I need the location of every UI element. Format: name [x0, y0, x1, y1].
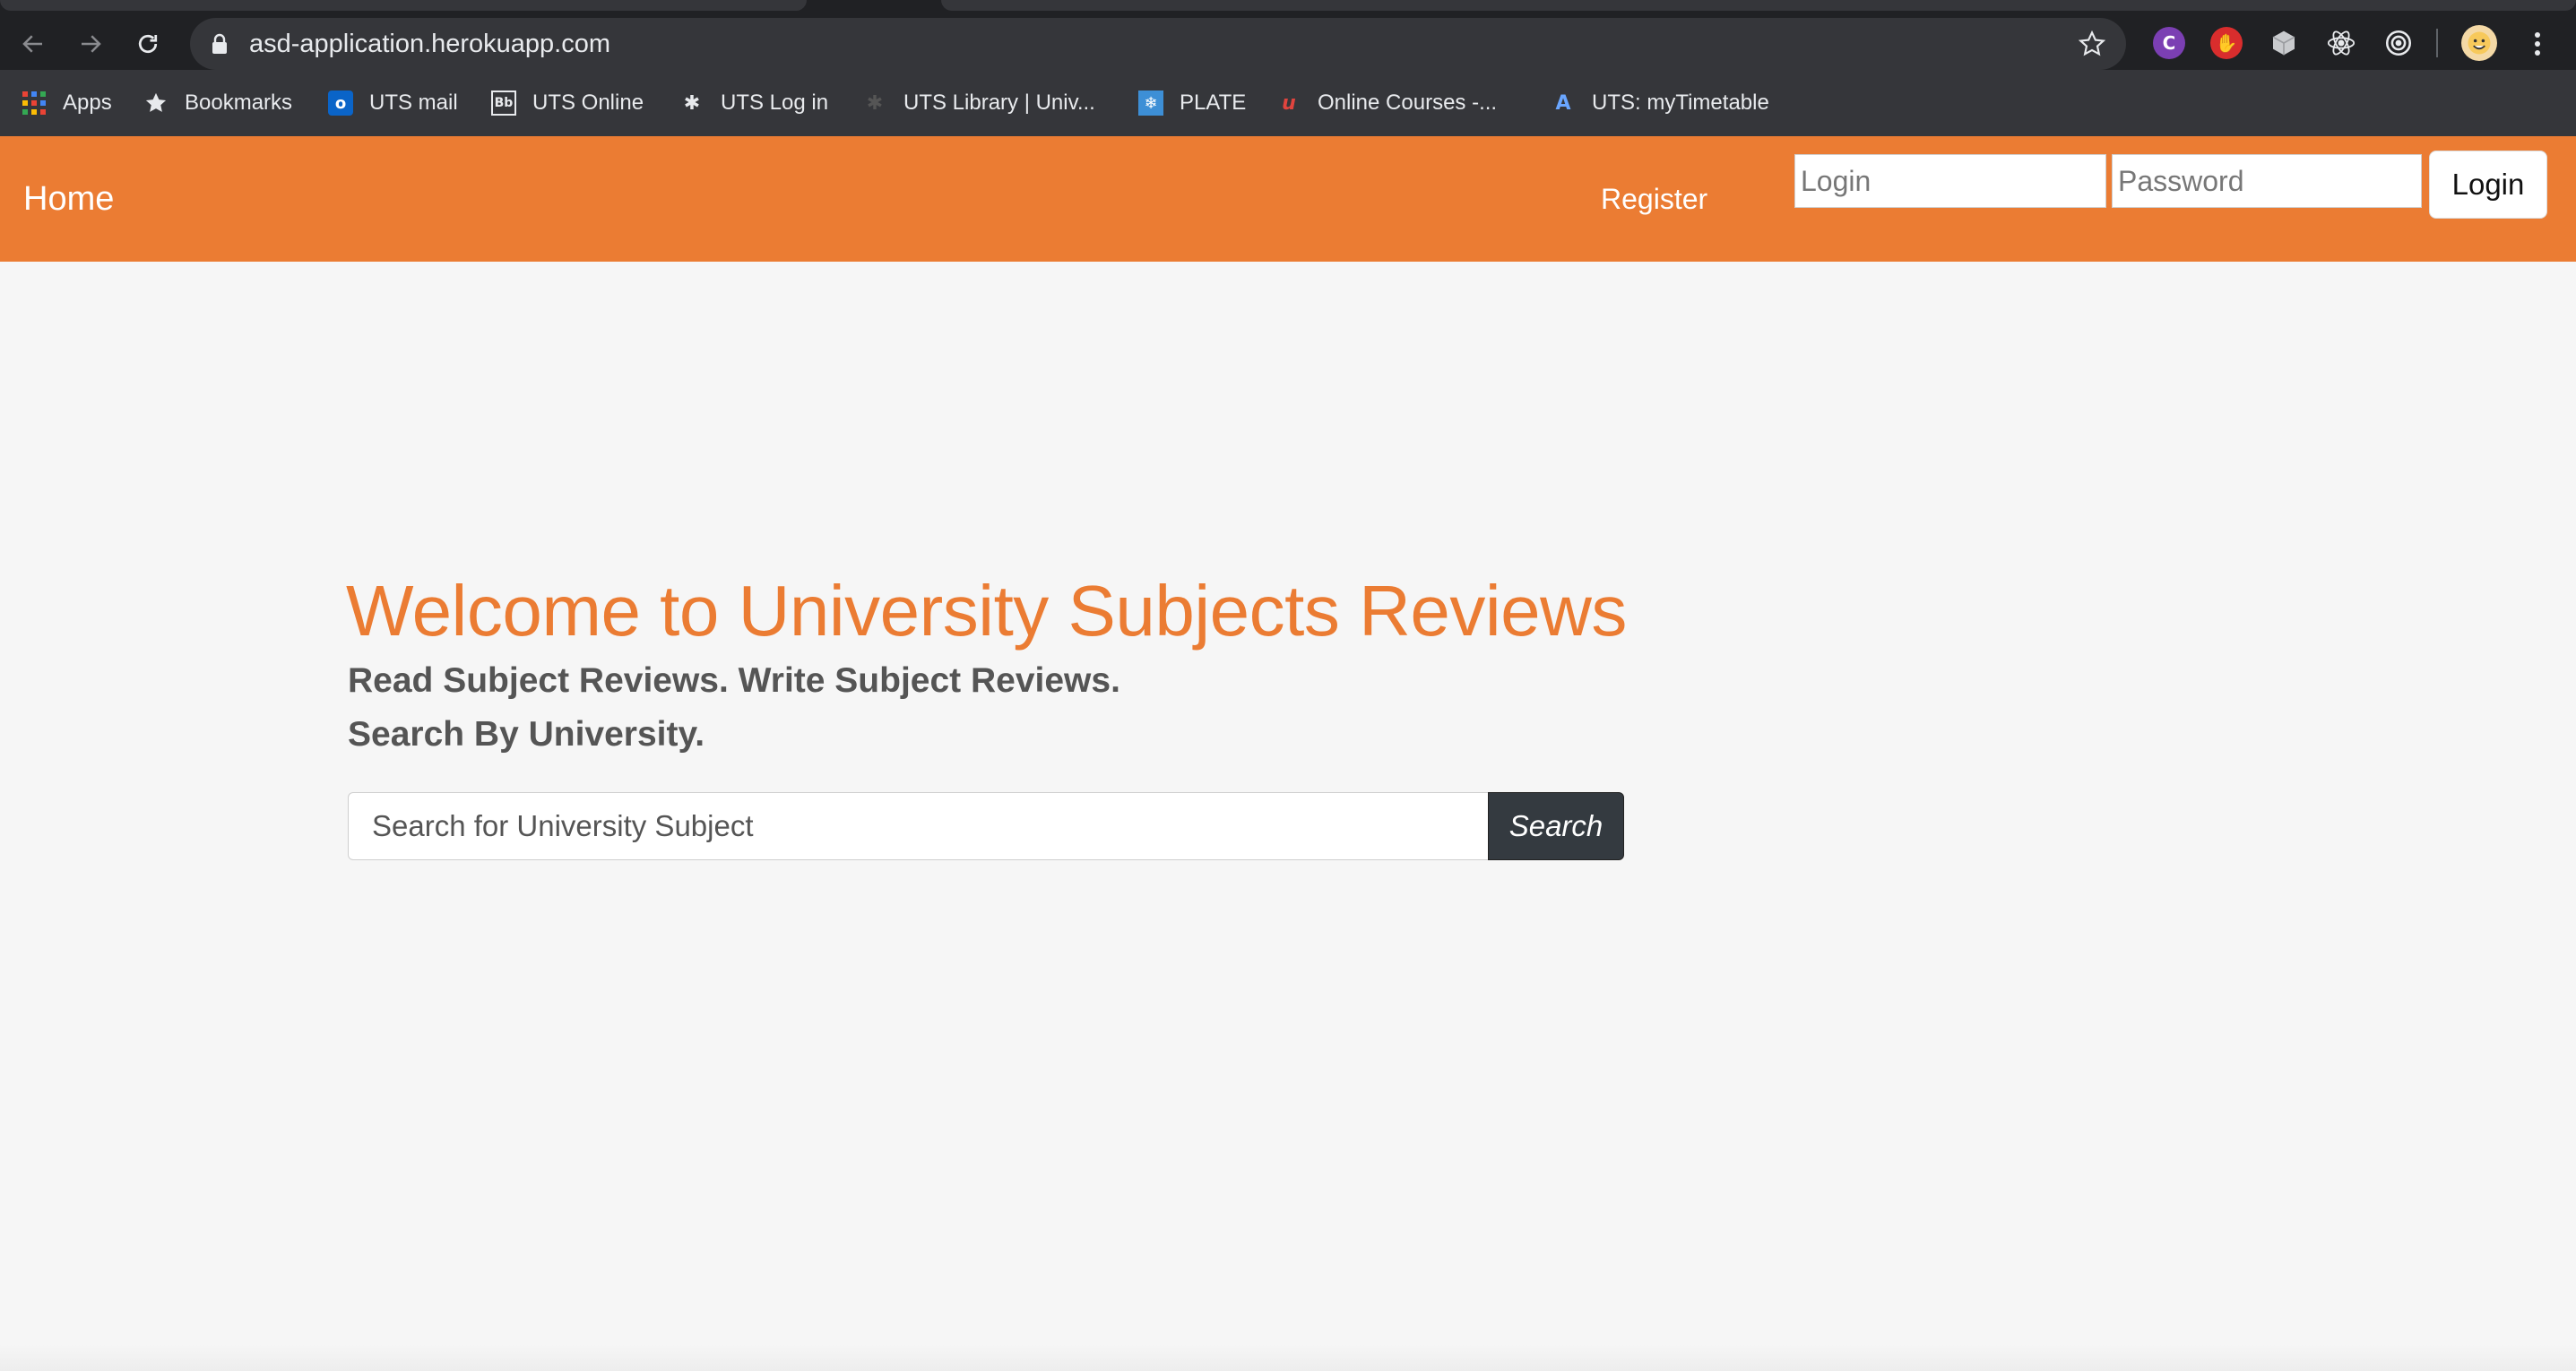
back-button[interactable]: [13, 23, 54, 65]
bookmark-label: UTS mail: [369, 91, 458, 115]
browser-toolbar: asd-application.herokuapp.com C ✋: [0, 0, 2576, 70]
adblock-icon[interactable]: ✋: [2210, 27, 2243, 59]
bookmarks-bar: Apps Bookmarks o UTS mail Bb UTS Online …: [0, 70, 2576, 136]
bookmark-label: Online Courses -...: [1318, 91, 1498, 115]
reload-button[interactable]: [127, 23, 169, 65]
hero-subtitle-line2: Search By University.: [348, 715, 705, 754]
timetable-icon: A: [1555, 91, 1571, 115]
bookmark-label: UTS Online: [532, 91, 644, 115]
toolbar-divider: [2436, 29, 2438, 57]
browser-menu-button[interactable]: [2517, 23, 2558, 65]
page-bottom-shade: [0, 1344, 2576, 1371]
nav-register-link[interactable]: Register: [1601, 136, 1707, 262]
page-title: Welcome to University Subjects Reviews: [346, 571, 1627, 651]
profile-avatar-icon[interactable]: [2461, 25, 2497, 61]
login-button[interactable]: Login: [2429, 151, 2547, 219]
browser-tab[interactable]: [0, 0, 807, 11]
plate-icon: ❄: [1138, 91, 1163, 116]
lock-icon: [212, 33, 227, 54]
apps-grid-icon: [22, 91, 46, 115]
chrome-c-extension-icon[interactable]: C: [2153, 27, 2185, 59]
arrow-right-icon: [82, 35, 101, 53]
bookmark-label: UTS Log in: [721, 91, 829, 115]
arrow-left-icon: [22, 35, 42, 53]
bookmark-apps[interactable]: Apps: [22, 70, 112, 136]
bookmark-label: UTS Library | Univ...: [903, 91, 1095, 115]
bookmark-mytimetable[interactable]: A UTS: myTimetable: [1551, 70, 1769, 136]
login-password-input[interactable]: [2112, 154, 2422, 208]
hero-subtitle-line1: Read Subject Reviews. Write Subject Revi…: [348, 661, 1120, 700]
nav-home-link[interactable]: Home: [23, 136, 114, 262]
bookmark-uts-mail[interactable]: o UTS mail: [328, 70, 458, 136]
outlook-icon: o: [328, 91, 353, 116]
react-devtools-icon[interactable]: [2325, 27, 2357, 59]
uts-library-icon: ✱: [866, 91, 884, 115]
more-vertical-icon: [2535, 32, 2540, 56]
reload-icon: [138, 34, 158, 54]
url-text: asd-application.herokuapp.com: [249, 30, 611, 58]
star-icon: [145, 92, 167, 112]
subject-search-input[interactable]: [348, 792, 1490, 860]
bookmark-star-icon[interactable]: [2078, 30, 2106, 58]
bookmark-online-courses[interactable]: u Online Courses -...: [1276, 70, 1497, 136]
forward-button[interactable]: [70, 23, 111, 65]
blackboard-icon: Bb: [491, 91, 516, 116]
bookmark-uts-log-in[interactable]: ✱ UTS Log in: [679, 70, 828, 136]
bookmark-uts-library[interactable]: ✱ UTS Library | Univ...: [862, 70, 1095, 136]
target-extension-icon[interactable]: [2382, 27, 2415, 59]
site-navbar: Home Register Login: [0, 136, 2576, 262]
bookmark-label: PLATE: [1180, 91, 1247, 115]
bookmark-bookmarks[interactable]: Bookmarks: [143, 70, 292, 136]
bookmark-label: UTS: myTimetable: [1592, 91, 1769, 115]
bookmark-plate[interactable]: ❄ PLATE: [1138, 70, 1246, 136]
bookmark-uts-online[interactable]: Bb UTS Online: [491, 70, 644, 136]
login-username-input[interactable]: [1794, 154, 2106, 208]
uts-shield-icon: ✱: [683, 91, 701, 115]
cube-extension-icon[interactable]: [2268, 27, 2300, 59]
browser-tab-strip: [941, 0, 2576, 11]
bookmark-label: Bookmarks: [185, 91, 293, 115]
udemy-icon: u: [1282, 91, 1296, 115]
address-bar[interactable]: asd-application.herokuapp.com: [190, 18, 2126, 70]
search-button[interactable]: Search: [1488, 792, 1624, 860]
bookmark-label: Apps: [63, 91, 112, 115]
